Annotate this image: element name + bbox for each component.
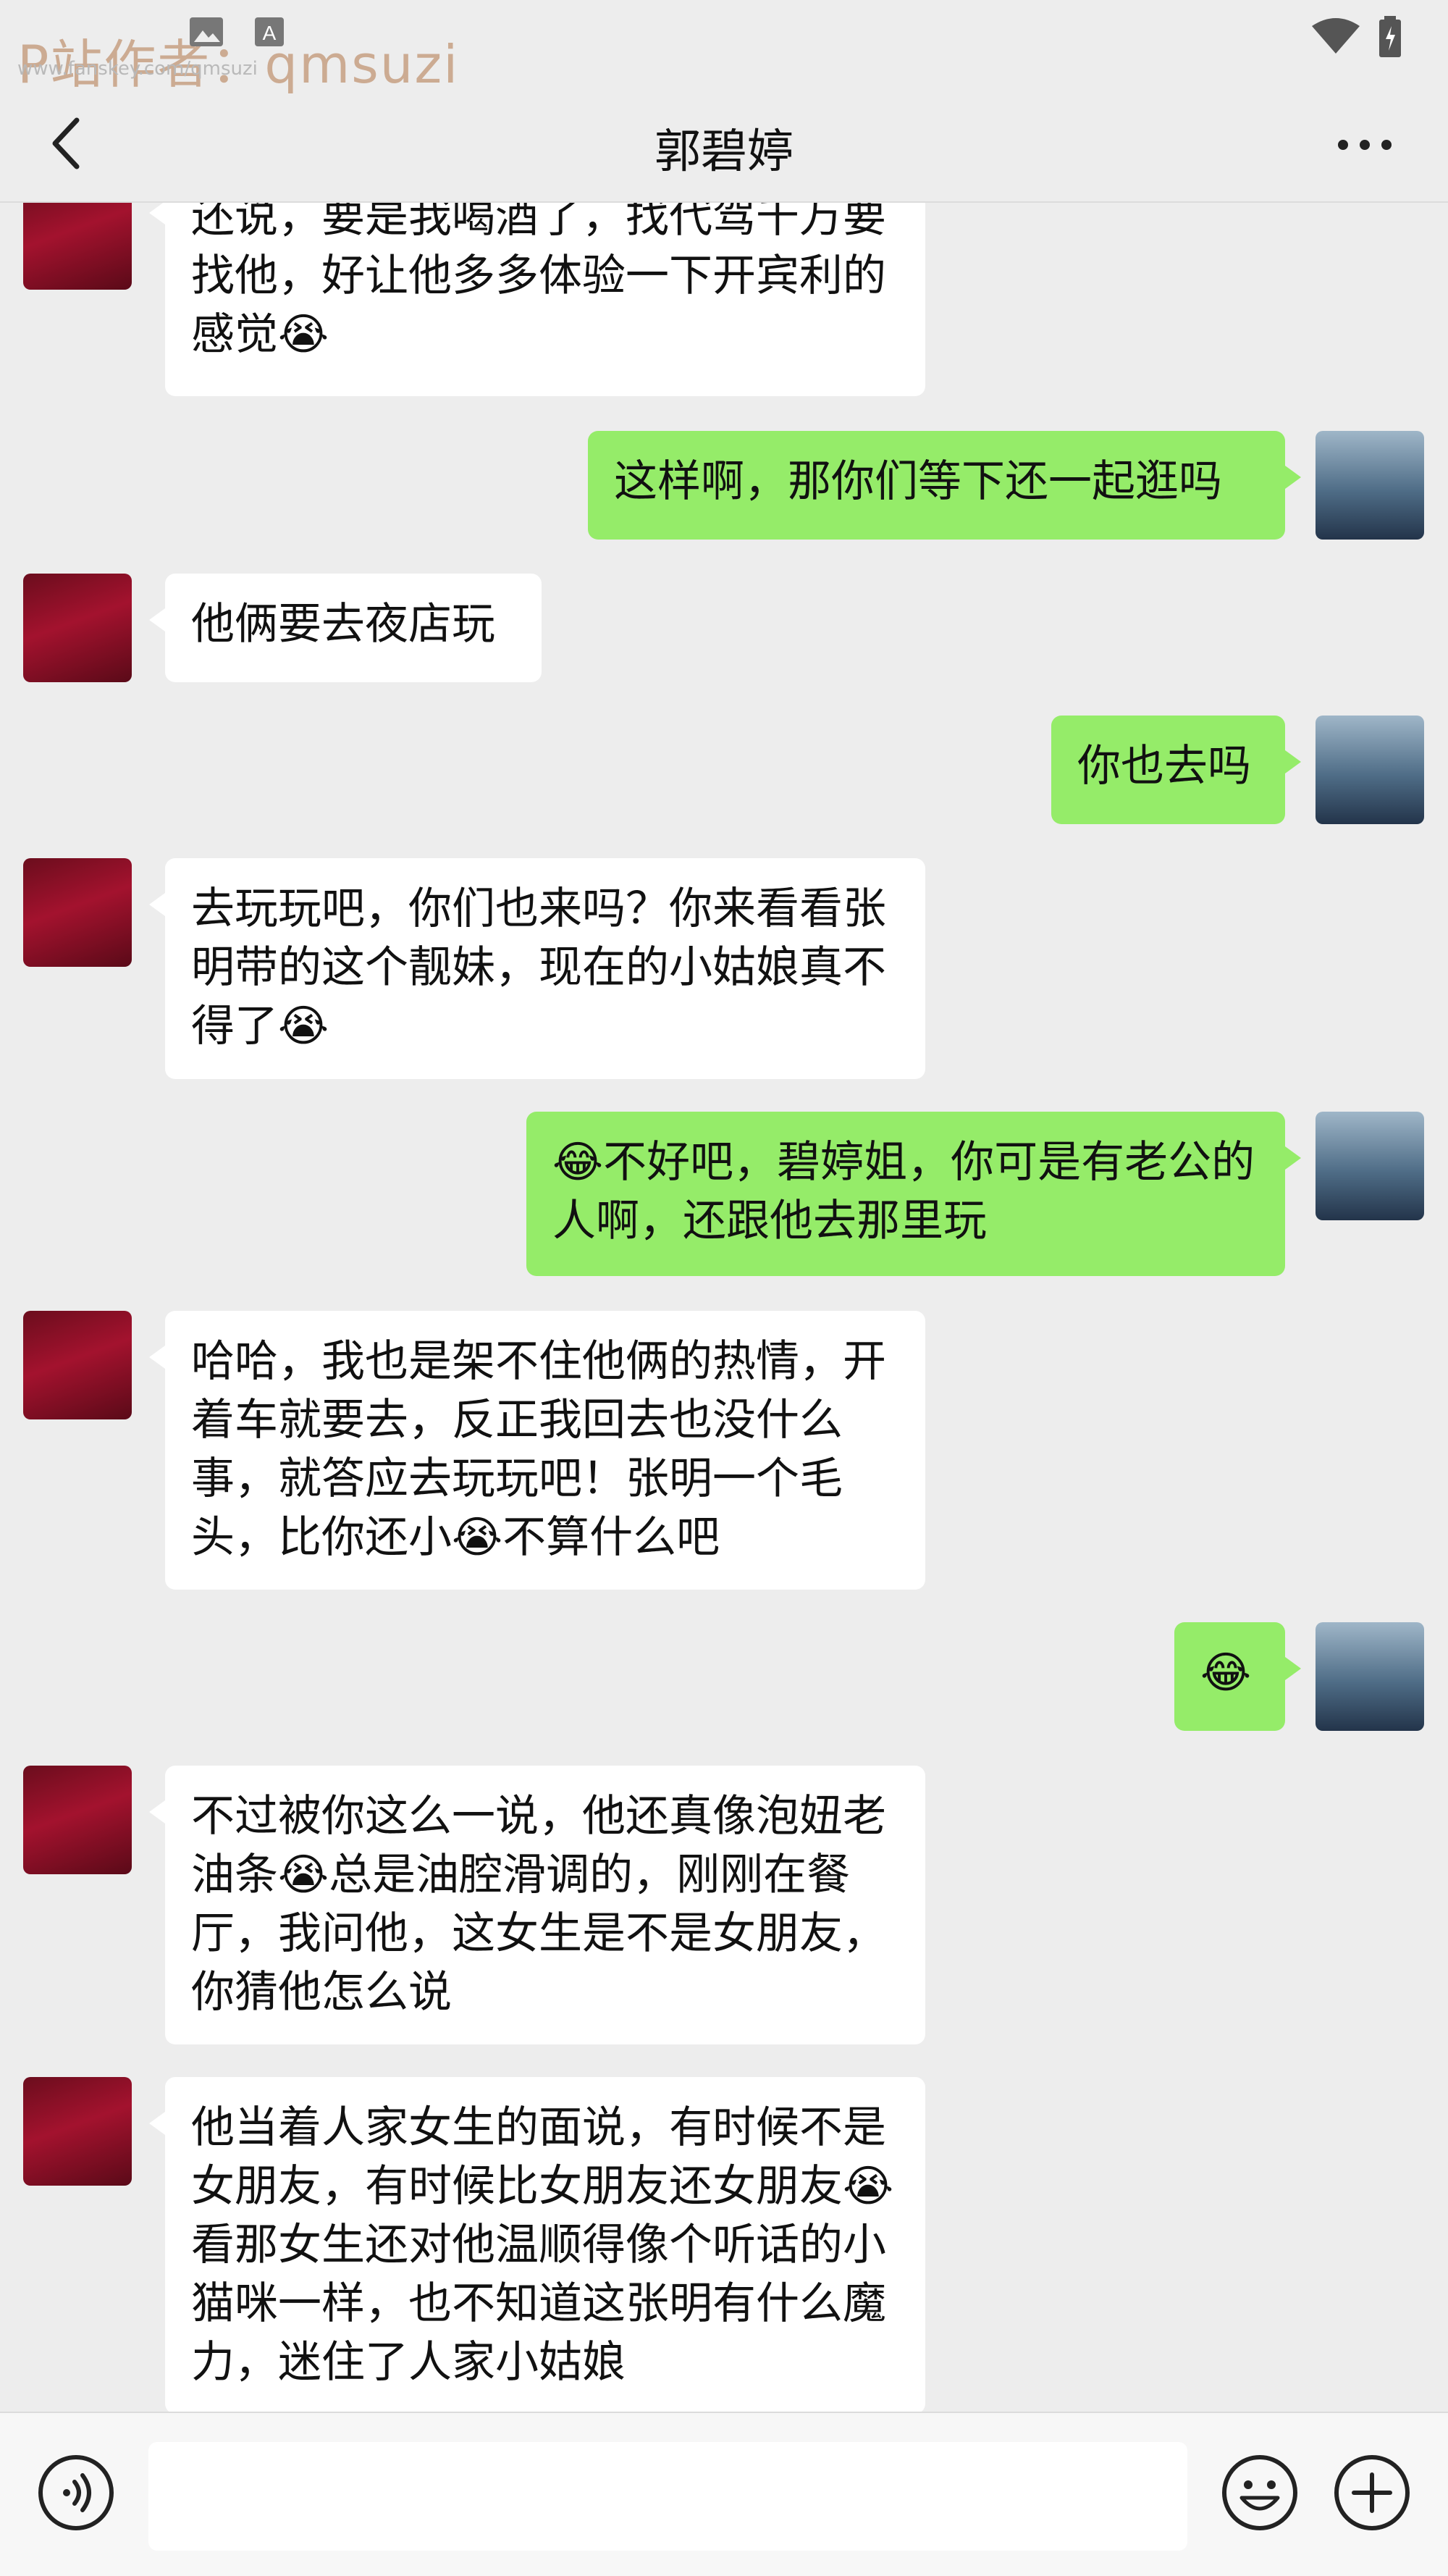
sent-message[interactable]: 你也去吗 — [1051, 716, 1301, 824]
received-message[interactable]: 去玩玩吧，你们也来吗？你来看看张明带的这个靓妹，现在的小姑娘真不得了😭 — [149, 858, 925, 1079]
contact-avatar[interactable] — [23, 2077, 132, 2186]
received-message[interactable]: 他当着人家女生的面说，有时候不是女朋友，有时候比女朋友还女朋友😭看那女生还对他温… — [149, 2077, 925, 2412]
received-message[interactable]: 不过被你这么一说，他还真像泡妞老油条😭总是油腔滑调的，刚刚在餐厅，我问他，这女生… — [149, 1766, 925, 2044]
my-avatar[interactable] — [1316, 1622, 1424, 1731]
image-icon — [190, 17, 223, 46]
chat-header: 郭碧婷 — [0, 80, 1448, 203]
contact-avatar[interactable] — [23, 1311, 132, 1419]
contact-avatar[interactable] — [23, 574, 132, 682]
a-notification-icon: A — [255, 17, 284, 46]
emoji-icon[interactable] — [1220, 2453, 1300, 2533]
contact-avatar[interactable] — [23, 203, 132, 290]
my-avatar[interactable] — [1316, 1112, 1424, 1220]
wifi-icon — [1312, 18, 1360, 54]
sent-message[interactable]: 😂 — [1174, 1622, 1301, 1731]
battery-icon — [1379, 16, 1401, 57]
contact-avatar[interactable] — [23, 858, 132, 967]
message-input[interactable] — [148, 2442, 1187, 2551]
sent-message[interactable]: 这样啊，那你们等下还一起逛吗 — [588, 431, 1301, 540]
chat-title: 郭碧婷 — [654, 125, 794, 179]
my-avatar[interactable] — [1316, 716, 1424, 824]
my-avatar[interactable] — [1316, 431, 1424, 540]
plus-icon[interactable] — [1332, 2453, 1412, 2533]
received-message[interactable]: 他俩要去夜店玩 — [149, 574, 542, 682]
watermark-sub: www.fanskey.com/qmsuzi — [17, 58, 258, 80]
more-dots-icon[interactable] — [1332, 130, 1397, 159]
svg-text:A: A — [263, 22, 277, 44]
contact-avatar[interactable] — [23, 1766, 132, 1874]
message-list[interactable]: 还说，要是我喝酒了，找代驾千万要找他，好让他多多体验一下开宾利的感觉😭 这样啊，… — [0, 203, 1448, 2412]
voice-icon[interactable] — [36, 2453, 116, 2533]
received-message[interactable]: 哈哈，我也是架不住他俩的热情，开着车就要去，反正我回去也没什么事，就答应去玩玩吧… — [149, 1311, 925, 1590]
input-bar — [0, 2412, 1448, 2576]
received-message[interactable]: 还说，要是我喝酒了，找代驾千万要找他，好让他多多体验一下开宾利的感觉😭 — [149, 203, 925, 396]
sent-message[interactable]: 😂不好吧，碧婷姐，你可是有老公的人啊，还跟他去那里玩 — [526, 1112, 1301, 1276]
status-bar: P站作者：qmsuzi www.fanskey.com/qmsuzi A — [0, 0, 1448, 95]
